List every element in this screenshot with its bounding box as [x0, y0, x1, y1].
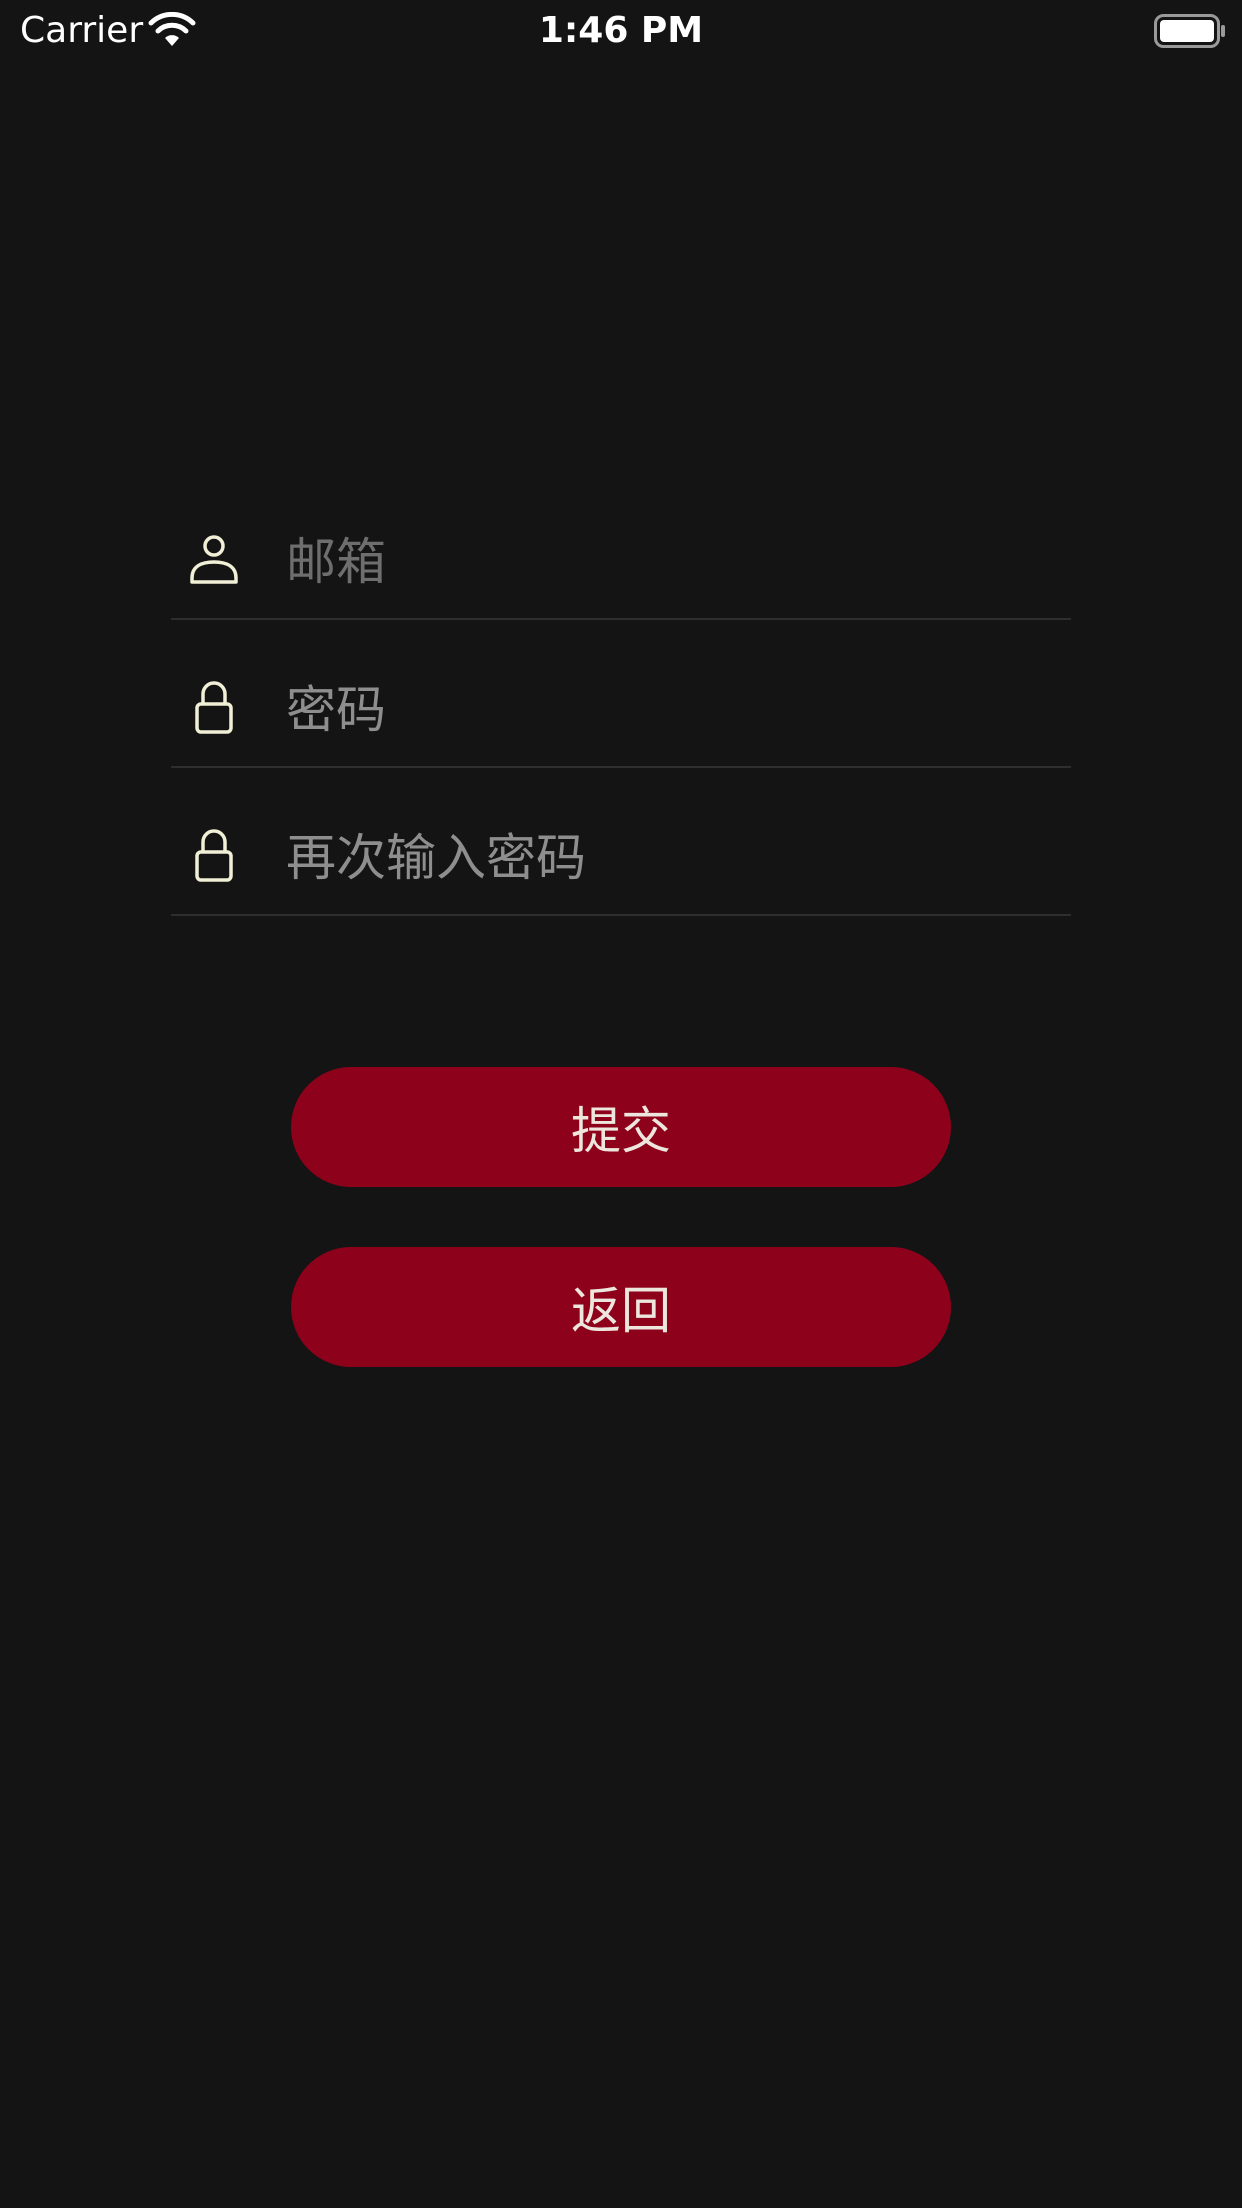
- email-field-row: [171, 472, 1071, 620]
- confirm-password-input[interactable]: [286, 823, 1046, 893]
- status-time: 1:46 PM: [538, 10, 704, 51]
- confirm-password-field-row: [171, 768, 1071, 916]
- submit-button[interactable]: 提交: [291, 1067, 951, 1187]
- status-bar: Carrier 1:46 PM: [0, 0, 1242, 62]
- password-input[interactable]: [286, 675, 1046, 745]
- battery-icon: [1154, 14, 1225, 48]
- email-input[interactable]: [286, 527, 1046, 597]
- person-icon: [190, 535, 238, 584]
- password-field-row: [171, 620, 1071, 768]
- back-button[interactable]: 返回: [291, 1247, 951, 1367]
- lock-icon: [195, 681, 233, 734]
- lock-icon: [195, 829, 233, 882]
